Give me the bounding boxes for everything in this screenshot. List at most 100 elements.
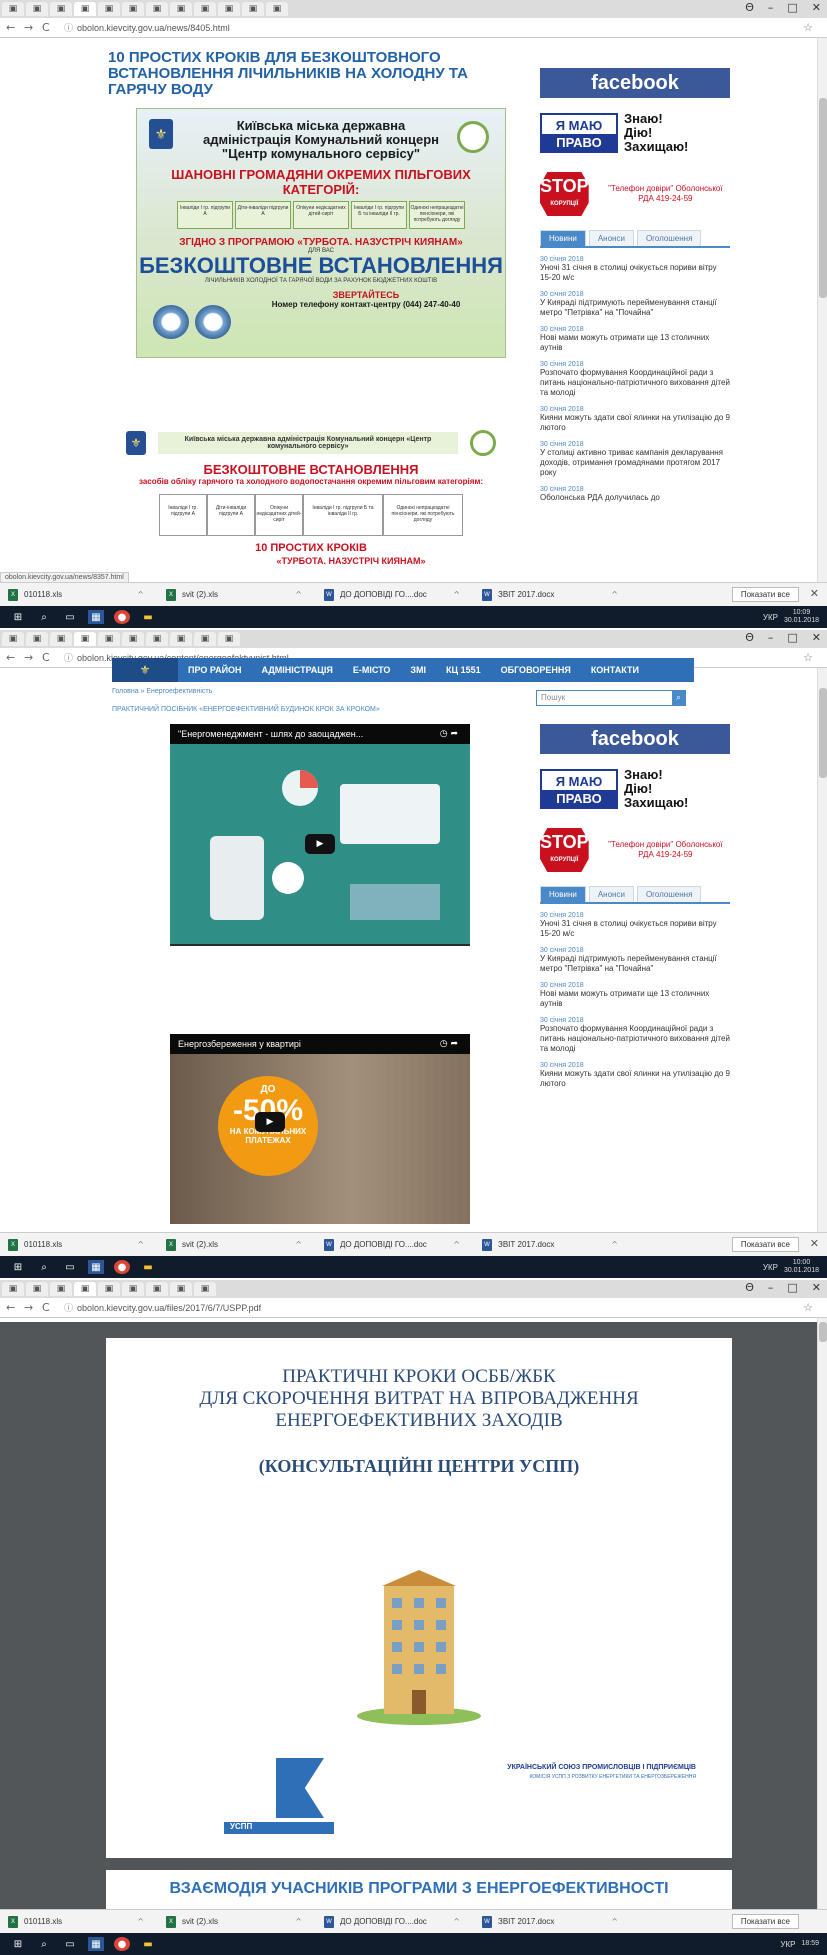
news-item[interactable]: 30 січня 2018 Уночі 31 січня в столиці оч… <box>540 256 730 283</box>
maximize-button[interactable]: □ <box>787 631 797 644</box>
search-input[interactable]: Пошук <box>536 690 686 706</box>
store-icon[interactable]: ▦ <box>88 1937 104 1951</box>
browser-tab[interactable]: ▣ <box>98 632 120 646</box>
download-item[interactable]: Xsvit (2).xls ^ <box>158 1915 316 1928</box>
show-all-downloads-button[interactable]: Показати все <box>731 587 799 602</box>
menu-item[interactable]: Е-МІСТО <box>343 665 401 675</box>
news-text[interactable]: Уночі 31 січня в столиці очікується пори… <box>540 919 730 939</box>
tab-announcements[interactable]: Анонси <box>588 230 634 246</box>
profile-icon[interactable]: Θ <box>745 1281 754 1294</box>
show-all-downloads-button[interactable]: Показати все <box>731 1914 799 1929</box>
minimize-button[interactable]: – <box>768 631 774 644</box>
news-item[interactable]: 30 січня 2018 У столиці активно триває ка… <box>540 441 730 478</box>
download-item[interactable]: W ДО ДОПОВІДІ ГО....doc ^ <box>316 1915 474 1928</box>
news-text[interactable]: У Кияраді підтримують перейменування ста… <box>540 298 730 318</box>
news-item[interactable]: 30 січня 2018 Розпочато формування Коорди… <box>540 361 730 398</box>
video-title[interactable]: "Енергоменеджмент - шлях до заощаджен... <box>178 729 363 739</box>
download-item[interactable]: W ЗВІТ 2017.docx ^ <box>474 588 632 601</box>
back-button[interactable]: ← <box>6 21 18 34</box>
news-item[interactable]: 30 січня 2018 Кияни можуть здати свої яли… <box>540 1062 730 1089</box>
news-text[interactable]: Кияни можуть здати свої ялинки на утиліз… <box>540 1069 730 1089</box>
chevron-up-icon[interactable]: ^ <box>611 590 618 599</box>
download-item[interactable]: X 010118.xls ^ <box>0 1915 158 1928</box>
download-item[interactable]: W ЗВІТ 2017.docx ^ <box>474 1915 632 1928</box>
bookmark-star-icon[interactable]: ☆ <box>803 651 813 664</box>
bookmark-star-icon[interactable]: ☆ <box>803 21 813 34</box>
stop-corruption-banner[interactable]: STOP КОРУПЦІЇ "Телефон довіри" Оболонсько… <box>540 172 730 216</box>
reload-button[interactable]: C <box>42 21 54 34</box>
video-player-2[interactable]: Енергозбереження у квартирі ◷ ➦ ДО -50% Н… <box>170 1034 470 1224</box>
browser-tab[interactable]: ▣ <box>146 1282 168 1296</box>
download-item[interactable]: W ДО ДОПОВІДІ ГО....doc ^ <box>316 1238 474 1251</box>
chrome-icon[interactable]: ● <box>114 610 130 624</box>
browser-tab[interactable]: ▣ <box>194 2 216 16</box>
browser-tab[interactable]: ▣ <box>242 2 264 16</box>
lang-indicator[interactable]: УКР <box>763 1263 778 1272</box>
close-button[interactable]: ✕ <box>812 631 821 644</box>
close-downloads-icon[interactable]: ✕ <box>810 1237 819 1250</box>
chevron-up-icon[interactable]: ^ <box>611 1240 618 1249</box>
browser-tab[interactable]: ▣ <box>122 632 144 646</box>
news-item[interactable]: 30 січня 2018 Уночі 31 січня в столиці оч… <box>540 912 730 939</box>
menu-item[interactable]: ПРО РАЙОН <box>178 665 252 675</box>
download-item[interactable]: X 010118.xls ^ <box>0 588 158 601</box>
browser-tab[interactable]: ▣ <box>170 2 192 16</box>
stop-corruption-banner[interactable]: STOP КОРУПЦІЇ "Телефон довіри" Оболонсько… <box>540 828 730 872</box>
video-player-1[interactable]: "Енергоменеджмент - шлях до заощаджен...… <box>170 724 470 946</box>
url-field[interactable]: ⓘ obolon.kievcity.gov.ua/files/2017/6/7/U… <box>64 1301 803 1314</box>
lang-indicator[interactable]: УКР <box>780 1940 795 1949</box>
store-icon[interactable]: ▦ <box>88 1260 104 1274</box>
files-icon[interactable]: ▬ <box>140 610 156 624</box>
browser-tab[interactable]: ▣ <box>146 2 168 16</box>
browser-tab[interactable]: ▣ <box>2 1282 24 1296</box>
chrome-icon[interactable]: ● <box>114 1260 130 1274</box>
search-icon[interactable]: ⌕ <box>36 1260 52 1274</box>
news-text[interactable]: Кияни можуть здати свої ялинки на утиліз… <box>540 413 730 433</box>
forward-button[interactable]: → <box>24 1301 36 1314</box>
news-item[interactable]: 30 січня 2018 Нові мами можуть отримати щ… <box>540 982 730 1009</box>
tab-news[interactable]: Новини <box>540 886 586 902</box>
news-item[interactable]: 30 січня 2018 Нові мами можуть отримати щ… <box>540 326 730 353</box>
breadcrumb[interactable]: Головна » Енергоефективність <box>112 688 212 695</box>
task-view-icon[interactable]: ▭ <box>62 1937 78 1951</box>
watch-later-icon[interactable]: ◷ ➦ <box>440 729 458 739</box>
lang-indicator[interactable]: УКР <box>763 613 778 622</box>
files-icon[interactable]: ▬ <box>140 1937 156 1951</box>
search-icon[interactable]: ⌕ <box>36 1937 52 1951</box>
browser-tab[interactable]: ▣ <box>218 632 240 646</box>
browser-tab[interactable]: ▣ <box>146 632 168 646</box>
menu-item[interactable]: КЦ 1551 <box>436 665 491 675</box>
maximize-button[interactable]: □ <box>787 1281 797 1294</box>
chevron-up-icon[interactable]: ^ <box>137 1917 144 1926</box>
forward-button[interactable]: → <box>24 21 36 34</box>
news-text[interactable]: Уночі 31 січня в столиці очікується пори… <box>540 263 730 283</box>
news-text[interactable]: Розпочато формування Координаційної ради… <box>540 1024 730 1054</box>
facebook-banner[interactable]: facebook <box>540 68 730 98</box>
browser-tab[interactable]: ▣ <box>218 2 240 16</box>
browser-tab[interactable]: ▣ <box>26 2 48 16</box>
reload-button[interactable]: C <box>42 651 54 664</box>
download-item[interactable]: W ДО ДОПОВІДІ ГО....doc ^ <box>316 588 474 601</box>
bookmark-star-icon[interactable]: ☆ <box>803 1301 813 1314</box>
news-item[interactable]: 30 січня 2018 Кияни можуть здати свої яли… <box>540 406 730 433</box>
browser-tab[interactable]: ▣ <box>170 632 192 646</box>
close-button[interactable]: ✕ <box>812 1281 821 1294</box>
watch-later-icon[interactable]: ◷ ➦ <box>440 1039 458 1049</box>
browser-tab[interactable]: ▣ <box>122 2 144 16</box>
pravo-banner[interactable]: Я МАЮ ПРАВО Знаю! Дію! Захищаю! <box>540 110 730 156</box>
forward-button[interactable]: → <box>24 651 36 664</box>
windows-start-icon[interactable]: ⊞ <box>10 1260 26 1274</box>
clock[interactable]: 10:00 30.01.2018 <box>784 1259 819 1275</box>
browser-tab[interactable]: ▣ <box>98 1282 120 1296</box>
info-icon[interactable]: ⓘ <box>64 1303 73 1313</box>
search-icon[interactable]: ⌕ <box>672 691 685 705</box>
tab-notices[interactable]: Оголошення <box>636 886 702 902</box>
task-view-icon[interactable]: ▭ <box>62 1260 78 1274</box>
browser-tab-active[interactable]: ▣ <box>74 1282 96 1296</box>
browser-tab[interactable]: ▣ <box>194 632 216 646</box>
download-item[interactable]: X 010118.xls ^ <box>0 1238 158 1251</box>
chevron-up-icon[interactable]: ^ <box>137 590 144 599</box>
download-item[interactable]: W ЗВІТ 2017.docx ^ <box>474 1238 632 1251</box>
chevron-up-icon[interactable]: ^ <box>295 590 302 599</box>
profile-icon[interactable]: Θ <box>745 631 754 644</box>
